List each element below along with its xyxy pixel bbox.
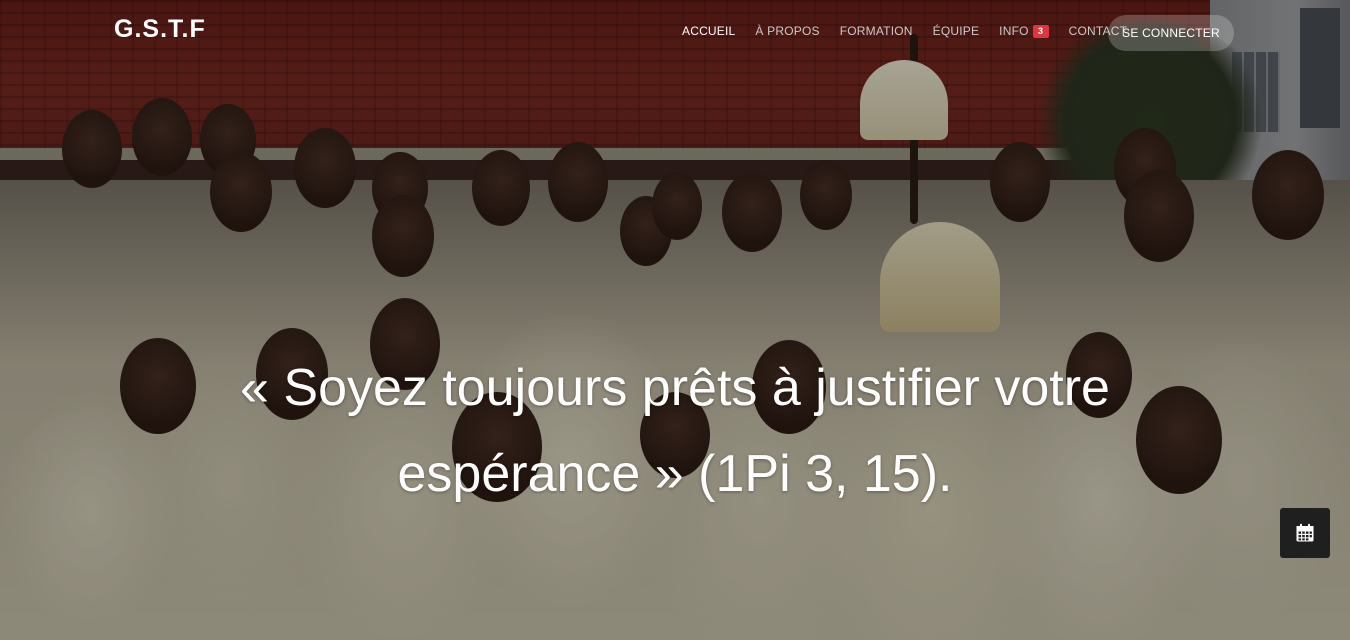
nav-item-a-propos[interactable]: À PROPOS bbox=[755, 24, 819, 38]
login-button[interactable]: SE CONNECTER bbox=[1108, 15, 1234, 51]
nav-item-equipe[interactable]: ÉQUIPE bbox=[933, 24, 980, 38]
calendar-button[interactable] bbox=[1280, 508, 1330, 558]
hero-section: G.S.T.F ACCUEIL À PROPOS FORMATION ÉQUIP… bbox=[0, 0, 1350, 640]
nav-item-accueil[interactable]: ACCUEIL bbox=[682, 24, 735, 38]
calendar-icon bbox=[1296, 523, 1314, 542]
nav-item-info[interactable]: INFO 3 bbox=[999, 24, 1049, 38]
nav-item-info-label: INFO bbox=[999, 24, 1029, 38]
notification-badge: 3 bbox=[1032, 24, 1049, 38]
hero-dark-overlay bbox=[0, 0, 1350, 640]
nav-item-formation[interactable]: FORMATION bbox=[840, 24, 913, 38]
hero-quote: « Soyez toujours prêts à justifier votre… bbox=[240, 359, 1110, 503]
top-navbar: G.S.T.F ACCUEIL À PROPOS FORMATION ÉQUIP… bbox=[0, 0, 1350, 64]
nav-menu: ACCUEIL À PROPOS FORMATION ÉQUIPE INFO 3… bbox=[682, 24, 1147, 38]
brand-logo[interactable]: G.S.T.F bbox=[114, 15, 206, 44]
